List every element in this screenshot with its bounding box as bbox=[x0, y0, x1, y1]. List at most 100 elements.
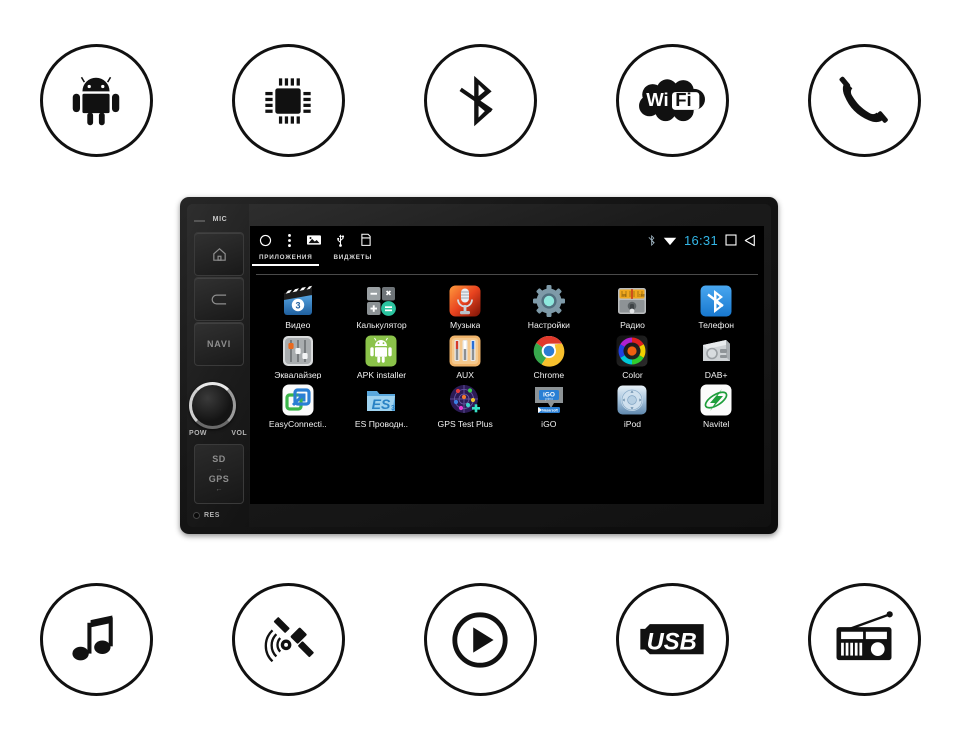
sd-gps-card-slot[interactable]: SD → GPS ← bbox=[194, 444, 244, 504]
svg-text:108: 108 bbox=[639, 294, 645, 298]
reset-control[interactable]: RES bbox=[193, 512, 220, 519]
settings-icon bbox=[532, 284, 566, 318]
app-item-radio[interactable]: 88 108 Радио bbox=[591, 284, 675, 330]
tab-applications[interactable]: ПРИЛОЖЕНИЯ bbox=[251, 254, 321, 266]
feature-cell-play bbox=[384, 567, 576, 712]
app-item-igo[interactable]: iGO primo Nasarsoft iGO bbox=[507, 383, 591, 429]
radio-icon-circle bbox=[807, 583, 921, 696]
svg-text:Wi: Wi bbox=[646, 88, 668, 109]
overflow-menu-icon[interactable] bbox=[287, 233, 292, 248]
app-item-apk-installer[interactable]: APK installer bbox=[340, 334, 424, 380]
svg-text:3: 3 bbox=[295, 300, 300, 310]
volume-label: VOL bbox=[231, 430, 247, 437]
cpu-chip-icon-circle bbox=[231, 44, 345, 157]
ipod-icon bbox=[615, 383, 649, 417]
dab-icon bbox=[699, 334, 733, 368]
app-label: iPod bbox=[623, 420, 642, 429]
app-item-calculator[interactable]: Калькулятор bbox=[340, 284, 424, 330]
svg-text:ES: ES bbox=[372, 396, 391, 412]
tab-divider bbox=[256, 274, 758, 275]
back-button[interactable] bbox=[194, 277, 244, 321]
app-label: Радио bbox=[620, 321, 645, 330]
home-circle-icon[interactable] bbox=[259, 234, 272, 247]
navi-button[interactable]: NAVI bbox=[194, 322, 244, 366]
app-label: EasyConnecti.. bbox=[268, 420, 327, 429]
feature-cell-android bbox=[0, 28, 192, 173]
svg-text:3: 3 bbox=[391, 405, 395, 412]
image-icon[interactable] bbox=[307, 234, 321, 246]
svg-text:Nasarsoft: Nasarsoft bbox=[542, 409, 559, 413]
apk-installer-icon bbox=[364, 334, 398, 368]
feature-cell-usb: USB bbox=[576, 567, 768, 712]
feature-cell-music bbox=[0, 567, 192, 712]
easyconnection-icon bbox=[281, 383, 315, 417]
reset-pinhole-icon[interactable] bbox=[193, 512, 200, 519]
app-item-settings[interactable]: Настройки bbox=[507, 284, 591, 330]
es-explorer-icon: ES 3 bbox=[364, 383, 398, 417]
usb-icon[interactable] bbox=[336, 233, 345, 248]
igo-icon: iGO primo Nasarsoft bbox=[532, 383, 566, 417]
android-icon bbox=[65, 70, 127, 132]
music-note-icon-circle bbox=[39, 583, 153, 696]
status-bar-left-icons bbox=[259, 233, 372, 248]
back-triangle-icon[interactable] bbox=[744, 234, 756, 247]
power-volume-knob[interactable] bbox=[189, 382, 236, 429]
app-item-gps-test-plus[interactable]: GPS Test Plus bbox=[423, 383, 507, 429]
app-label: Настройки bbox=[527, 321, 570, 330]
app-item-ipod[interactable]: iPod bbox=[591, 383, 675, 429]
app-item-es-explorer[interactable]: ES 3 ES Проводн.. bbox=[340, 383, 424, 429]
wifi-status-icon bbox=[663, 235, 677, 246]
phone-handset-icon-circle bbox=[807, 44, 921, 157]
hardware-control-panel: MIC NAVI POW VOL SD → GPS ← RES bbox=[187, 204, 249, 527]
app-item-aux[interactable]: AUX bbox=[423, 334, 507, 380]
app-label: Калькулятор bbox=[356, 321, 407, 330]
head-unit-bezel: MIC NAVI POW VOL SD → GPS ← RES 16:31 ПР… bbox=[187, 204, 771, 527]
feature-cell-phone bbox=[768, 28, 960, 173]
radio-app-icon: 88 108 bbox=[615, 284, 649, 318]
cpu-chip-icon bbox=[259, 72, 317, 130]
app-label: iGO bbox=[541, 420, 557, 429]
home-icon bbox=[211, 246, 228, 263]
app-item-chrome[interactable]: Chrome bbox=[507, 334, 591, 380]
app-item-phone[interactable]: Телефон bbox=[674, 284, 758, 330]
chrome-icon bbox=[532, 334, 566, 368]
feature-icons-bottom-row: USB bbox=[0, 567, 960, 712]
app-item-color[interactable]: Color bbox=[591, 334, 675, 380]
feature-cell-radio bbox=[768, 567, 960, 712]
phone-handset-icon bbox=[833, 70, 895, 132]
power-label: POW bbox=[189, 430, 207, 437]
tab-widgets[interactable]: ВИДЖЕТЫ bbox=[333, 254, 372, 264]
app-item-navitel[interactable]: Navitel bbox=[674, 383, 758, 429]
app-label: GPS Test Plus bbox=[437, 420, 493, 429]
feature-cell-wifi: Wi Fi bbox=[576, 28, 768, 173]
svg-text:primo: primo bbox=[545, 397, 553, 401]
gps-satellite-icon-circle bbox=[231, 583, 345, 696]
sd-slot-label: SD bbox=[212, 453, 226, 464]
app-label: APK installer bbox=[356, 370, 407, 380]
usb-icon: USB bbox=[634, 617, 710, 663]
video-icon: 3 bbox=[281, 284, 315, 318]
app-item-dab[interactable]: DAB+ bbox=[674, 334, 758, 380]
app-item-video[interactable]: 3 Видео bbox=[256, 284, 340, 330]
svg-text:88: 88 bbox=[623, 294, 627, 298]
app-item-music[interactable]: Музыка bbox=[423, 284, 507, 330]
recents-square-icon[interactable] bbox=[725, 234, 737, 246]
gps-test-plus-icon bbox=[448, 383, 482, 417]
touchscreen-display[interactable]: 16:31 ПРИЛОЖЕНИЯ ВИДЖЕТЫ 3 Видео Калькул… bbox=[250, 226, 764, 504]
feature-icons-top-row: Wi Fi bbox=[0, 28, 960, 173]
bluetooth-icon-circle bbox=[423, 44, 537, 157]
aux-icon bbox=[448, 334, 482, 368]
home-button[interactable] bbox=[194, 232, 244, 276]
sd-slot-arrow-icon: → bbox=[215, 466, 223, 473]
mic-label: MIC bbox=[194, 216, 245, 223]
sd-card-icon[interactable] bbox=[360, 233, 372, 247]
wifi-icon: Wi Fi bbox=[635, 74, 709, 128]
app-item-equalizer[interactable]: Эквалайзер bbox=[256, 334, 340, 380]
feature-cell-bluetooth bbox=[384, 28, 576, 173]
app-item-easyconnection[interactable]: EasyConnecti.. bbox=[256, 383, 340, 429]
status-bar-right-area: 16:31 bbox=[648, 226, 756, 254]
knob-labels: POW VOL bbox=[189, 430, 247, 437]
bluetooth-status-icon bbox=[648, 234, 656, 247]
radio-icon bbox=[831, 610, 897, 670]
navitel-icon bbox=[699, 383, 733, 417]
